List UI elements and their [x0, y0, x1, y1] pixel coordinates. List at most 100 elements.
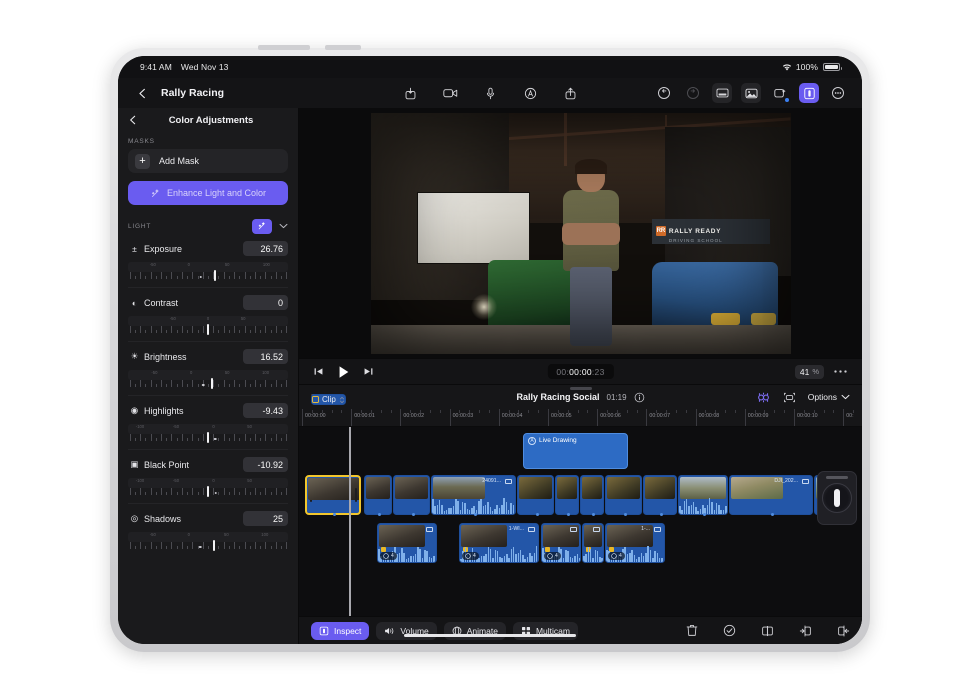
video-preview-area[interactable]: RR RALLY READY DRIVING SCHOOL [299, 108, 862, 358]
ruler-subtick [558, 410, 559, 413]
playhead[interactable] [349, 427, 351, 616]
slider-value[interactable]: 26.76 [243, 241, 288, 256]
titles-icon[interactable] [712, 83, 732, 103]
ruler-subtick [676, 410, 677, 413]
selection-indicator[interactable]: Select Clip [311, 394, 326, 400]
main-content-row: Color Adjustments MASKS + Add Mask Enhan… [118, 108, 862, 644]
slider-knob[interactable] [207, 432, 209, 443]
timeline-clip[interactable] [678, 475, 728, 515]
enhance-light-and-color-button[interactable]: Enhance Light and Color [128, 181, 288, 205]
jog-wheel-icon[interactable] [817, 471, 857, 525]
slider-label: Brightness [144, 352, 187, 362]
chevron-down-icon [841, 394, 850, 400]
slider-value[interactable]: -10.92 [243, 457, 288, 472]
ruler-subtick [853, 410, 854, 413]
timeline-clip[interactable] [555, 475, 579, 515]
undo-icon[interactable] [654, 83, 674, 103]
live-drawing-clip[interactable]: A Live Drawing [523, 433, 628, 469]
timeline-clip[interactable] [580, 475, 604, 515]
chevron-down-icon[interactable] [279, 223, 288, 229]
back-button[interactable] [132, 83, 152, 103]
slider-scale[interactable]: -50050100 [128, 370, 288, 388]
frame-viewer-icon[interactable] [783, 392, 796, 403]
slider-knob[interactable] [211, 378, 213, 389]
redo-icon[interactable] [683, 83, 703, 103]
inspector-back-button[interactable] [128, 115, 138, 125]
timeline-clip[interactable] [364, 475, 392, 515]
magic-wand-icon [150, 188, 161, 199]
effects-icon[interactable] [770, 83, 790, 103]
slider-scale[interactable]: -50050100 [128, 262, 288, 280]
ruler-mark: 00:00:01 [351, 409, 352, 426]
timeline-tracks[interactable]: A Live Drawing 24091...DJI_202...4 41-WI… [299, 427, 862, 616]
share-export-icon[interactable] [560, 83, 580, 103]
timeline-clip[interactable] [643, 475, 677, 515]
timecode-display[interactable]: 00:00:00:23 [547, 364, 613, 379]
timeline-clip[interactable]: 24091... [431, 475, 516, 515]
skip-to-start-icon[interactable] [313, 366, 324, 377]
slider-scale[interactable]: -100-50050 [128, 424, 288, 442]
timeline-clip[interactable] [517, 475, 554, 515]
ruler-subtick [391, 410, 392, 413]
light-magic-wand-icon[interactable] [252, 219, 272, 234]
timeline-ruler[interactable]: 00:00:0000:00:0100:00:0200:00:0300:00:04… [299, 409, 862, 427]
split-clip-icon[interactable] [761, 625, 774, 637]
slider-value[interactable]: 25 [243, 511, 288, 526]
timeline-clip[interactable]: 1-WI...4 [459, 523, 539, 563]
slider-value[interactable]: -9.43 [243, 403, 288, 418]
ruler-mark: 00:00:10 [794, 409, 795, 426]
slider-default-marker [199, 546, 202, 549]
insert-left-icon[interactable] [799, 625, 812, 637]
slider-knob[interactable] [207, 486, 209, 497]
zoom-level-control[interactable]: 41 % [795, 365, 824, 379]
media-library-icon[interactable] [741, 83, 761, 103]
tool-inspect-button[interactable]: Inspect [311, 622, 369, 640]
live-drawing-icon[interactable] [520, 83, 540, 103]
microphone-icon[interactable] [480, 83, 500, 103]
ruler-subtick [578, 410, 579, 413]
slider-scale[interactable]: -50050100 [128, 532, 288, 550]
scale-tick-label: 0 [188, 262, 190, 267]
volume-icon [384, 626, 395, 636]
clip-label: 1-WI... [509, 526, 524, 532]
timeline-clip[interactable] [605, 475, 642, 515]
approve-check-icon[interactable] [723, 624, 736, 637]
timeline-clip[interactable]: 1-...4 [605, 523, 665, 563]
timeline-clip[interactable]: DJI_202... [729, 475, 813, 515]
slider-scale[interactable]: -50050 [128, 316, 288, 334]
more-dots-icon[interactable] [833, 369, 848, 374]
timeline-clip[interactable] [393, 475, 430, 515]
panel-resize-grabber[interactable] [570, 387, 592, 390]
timeline-clip[interactable] [305, 475, 361, 515]
ruler-mark: 00:00:05 [548, 409, 549, 426]
more-options-icon[interactable] [828, 83, 848, 103]
timeline-project-name: Rally Racing Social [516, 392, 599, 402]
slider-value[interactable]: 0 [243, 295, 288, 310]
slider-scale[interactable]: -100-50050 [128, 478, 288, 496]
info-icon[interactable] [634, 392, 645, 403]
skip-to-end-icon[interactable] [363, 366, 374, 377]
scale-tick-label: 0 [207, 316, 209, 321]
timeline-clip[interactable]: 4 [377, 523, 437, 563]
auto-enhance-icon[interactable] [756, 391, 771, 404]
play-icon[interactable] [337, 365, 350, 379]
timeline-clip[interactable]: 4 [541, 523, 581, 563]
ruler-subtick [518, 410, 519, 413]
video-camera-icon[interactable] [440, 83, 460, 103]
timeline-clip[interactable] [582, 523, 604, 563]
inspector-scroll-area[interactable]: MASKS + Add Mask Enhance Light and Color… [118, 132, 298, 644]
import-icon[interactable] [400, 83, 420, 103]
scale-tick-label: 0 [190, 370, 192, 375]
options-button[interactable]: Options [808, 392, 850, 402]
delete-icon[interactable] [686, 624, 698, 637]
audio-waveform [583, 545, 603, 562]
ruler-subtick [371, 410, 372, 413]
add-mask-button[interactable]: + Add Mask [128, 149, 288, 173]
slider-knob[interactable] [213, 540, 215, 551]
slider-knob[interactable] [214, 270, 216, 281]
inspector-icon[interactable] [799, 83, 819, 103]
insert-right-icon[interactable] [837, 625, 850, 637]
slider-knob[interactable] [207, 324, 209, 335]
slider-value[interactable]: 16.52 [243, 349, 288, 364]
clip-swatch-icon [312, 396, 319, 403]
